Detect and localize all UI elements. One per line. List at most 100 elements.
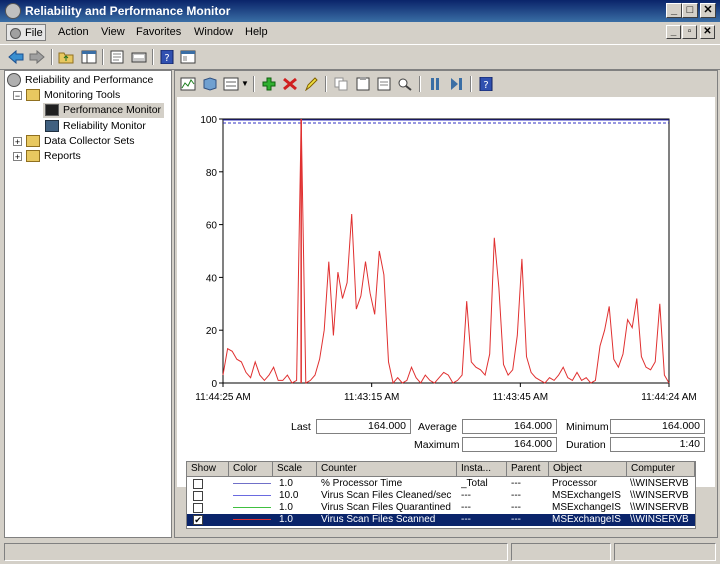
menu-help[interactable]: Help (245, 26, 268, 38)
x-tick-label: 11:44:25 AM (195, 392, 250, 403)
zoom-icon[interactable] (397, 77, 413, 91)
minimum-label: Minimum (566, 421, 609, 433)
dropdown-arrow-icon[interactable]: ▼ (241, 79, 249, 88)
main-toolbar: ? (0, 44, 720, 70)
app-icon (5, 3, 21, 19)
add-counter-icon[interactable] (261, 77, 277, 91)
toolbar-separator (470, 76, 472, 92)
column-header-instance[interactable]: Insta... (457, 462, 507, 477)
copy-properties-icon[interactable] (333, 77, 349, 91)
performance-icon (7, 73, 21, 87)
tree-node-performance-monitor[interactable]: Performance Monitor (43, 103, 165, 118)
paste-counter-list-icon[interactable] (355, 77, 371, 91)
toolbar-separator (51, 49, 53, 65)
reports-folder-icon (26, 150, 40, 162)
color-swatch (233, 519, 271, 520)
back-icon[interactable] (8, 50, 24, 64)
maximize-button[interactable]: □ (682, 3, 698, 18)
column-header-counter[interactable]: Counter (317, 462, 457, 477)
child-minimize-button[interactable]: _ (666, 25, 681, 39)
show-checkbox[interactable] (193, 491, 203, 501)
x-tick-label: 11:43:15 AM (344, 392, 399, 403)
x-tick-label: 11:44:24 AM (641, 392, 696, 403)
legend-row[interactable]: 10.0 Virus Scan Files Cleaned/sec --- --… (187, 490, 695, 502)
menu-bar: File Action View Favorites Window Help _… (0, 22, 720, 44)
y-tick-label: 80 (206, 168, 218, 179)
child-close-button[interactable]: ✕ (700, 25, 715, 39)
view-log-data-icon[interactable] (202, 77, 218, 91)
minimum-value: 164.000 (610, 419, 705, 434)
average-value: 164.000 (462, 419, 557, 434)
expand-icon[interactable]: + (13, 152, 22, 162)
performance-monitor-icon (45, 104, 59, 116)
freeze-display-icon[interactable] (427, 77, 443, 91)
duration-value: 1:40 (610, 437, 705, 452)
status-panel (4, 543, 508, 561)
menu-view[interactable]: View (101, 26, 125, 38)
legend-row[interactable]: 1.0 % Processor Time _Total --- Processo… (187, 478, 695, 490)
column-header-show[interactable]: Show (187, 462, 229, 477)
color-swatch (233, 483, 271, 484)
properties-icon[interactable] (109, 50, 125, 64)
minimize-button[interactable]: _ (666, 3, 682, 18)
column-header-parent[interactable]: Parent (507, 462, 549, 477)
status-panel (511, 543, 611, 561)
last-label: Last (291, 421, 311, 433)
window-title: Reliability and Performance Monitor (25, 4, 231, 18)
change-graph-type-icon[interactable] (223, 77, 239, 91)
status-panel (614, 543, 716, 561)
up-folder-icon[interactable] (58, 50, 74, 64)
y-tick-label: 0 (211, 379, 217, 390)
reliability-monitor-icon (45, 120, 59, 132)
update-data-icon[interactable] (448, 77, 464, 91)
toolbar-separator (325, 76, 327, 92)
forward-icon[interactable] (29, 50, 45, 64)
mmc-icon (10, 28, 21, 39)
show-checkbox-checked[interactable]: ✔ (193, 515, 203, 525)
status-bar (0, 540, 720, 564)
svg-text:?: ? (164, 53, 169, 64)
legend-row-selected[interactable]: ✔ 1.0 Virus Scan Files Scanned --- --- M… (187, 514, 695, 526)
y-tick-label: 100 (200, 115, 217, 126)
export-list-icon[interactable] (131, 50, 147, 64)
color-swatch (233, 507, 271, 508)
child-restore-button[interactable]: ▫ (682, 25, 697, 39)
counter-legend-list[interactable]: Show Color Scale Counter Insta... Parent… (186, 461, 696, 529)
properties-icon[interactable] (376, 77, 392, 91)
show-checkbox[interactable] (193, 503, 203, 513)
menu-action[interactable]: Action (58, 26, 89, 38)
column-header-color[interactable]: Color (229, 462, 273, 477)
help-icon[interactable]: ? (478, 77, 494, 91)
column-header-scale[interactable]: Scale (273, 462, 317, 477)
maximum-label: Maximum (414, 439, 460, 451)
close-button[interactable]: ✕ (700, 3, 716, 18)
console-tree-icon[interactable] (180, 50, 196, 64)
column-header-object[interactable]: Object (549, 462, 627, 477)
toolbar-separator (419, 76, 421, 92)
menu-file[interactable]: File (6, 24, 46, 41)
collapse-icon[interactable]: − (13, 91, 22, 101)
folder-icon (26, 135, 40, 147)
plot-frame (222, 118, 670, 384)
toolbar-separator (152, 49, 154, 65)
x-tick-label: 11:43:45 AM (493, 392, 548, 403)
highlight-icon[interactable] (303, 77, 319, 91)
show-checkbox[interactable] (193, 479, 203, 489)
folder-icon (26, 89, 40, 101)
column-header-computer[interactable]: Computer (627, 462, 695, 477)
last-value: 164.000 (316, 419, 411, 434)
duration-label: Duration (566, 439, 606, 451)
legend-row[interactable]: 1.0 Virus Scan Files Quarantined --- ---… (187, 502, 695, 514)
toolbar-separator (253, 76, 255, 92)
graph-toolbar: ▼ ? (175, 71, 717, 97)
menu-favorites[interactable]: Favorites (136, 26, 181, 38)
view-current-activity-icon[interactable] (180, 77, 196, 91)
expand-icon[interactable]: + (13, 137, 22, 147)
help-icon[interactable]: ? (159, 50, 175, 64)
show-hide-tree-icon[interactable] (81, 50, 97, 64)
y-tick-label: 40 (206, 273, 218, 284)
delete-counter-icon[interactable] (282, 77, 298, 91)
svg-text:?: ? (483, 80, 488, 91)
title-bar: Reliability and Performance Monitor _ □ … (0, 0, 720, 22)
menu-window[interactable]: Window (194, 26, 233, 38)
